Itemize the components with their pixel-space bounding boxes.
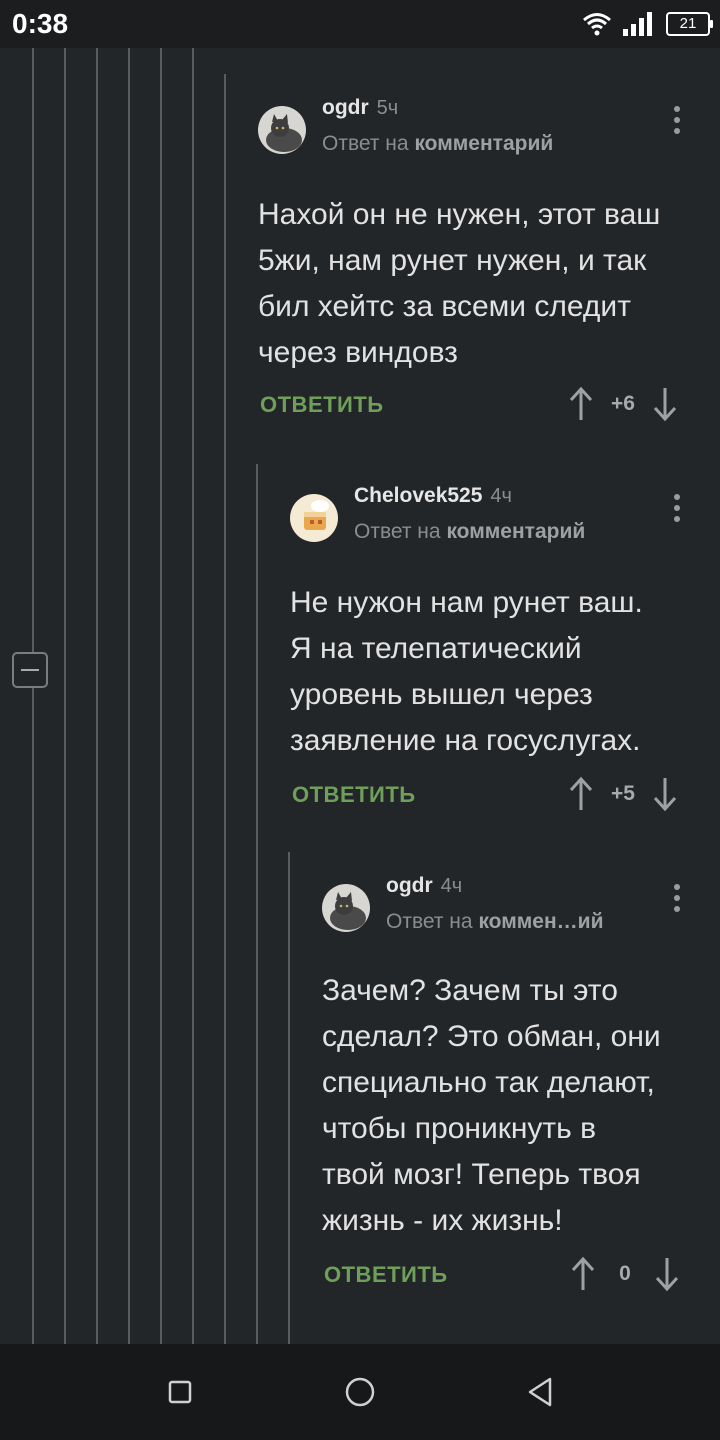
vote-controls: +5 <box>566 774 680 814</box>
reply-to-link[interactable]: коммен…ий <box>478 910 603 933</box>
square-icon[interactable] <box>162 1374 198 1410</box>
arrow-down-icon[interactable] <box>650 774 680 814</box>
cat-avatar[interactable] <box>322 884 370 932</box>
comment-author[interactable]: ogdr 4ч <box>386 874 462 898</box>
thread-line[interactable] <box>128 48 130 1344</box>
arrow-up-icon[interactable] <box>566 774 596 814</box>
battery-icon: 21 <box>666 12 713 36</box>
reply-button[interactable]: ОТВЕТИТЬ <box>292 782 416 808</box>
comment-author[interactable]: Chelovek525 4ч <box>354 484 512 508</box>
triangle-back-icon[interactable] <box>522 1374 558 1410</box>
arrow-up-icon[interactable] <box>568 1254 598 1294</box>
reply-to-link[interactable]: комментарий <box>414 132 553 155</box>
status-time: 0:38 <box>12 8 69 39</box>
comment-time: 4ч <box>490 485 512 507</box>
collapse-thread-button[interactable] <box>12 652 48 688</box>
cat-avatar[interactable] <box>258 106 306 154</box>
more-vertical-icon[interactable] <box>672 494 682 530</box>
vote-score: 0 <box>619 1262 631 1285</box>
reply-button[interactable]: ОТВЕТИТЬ <box>260 392 384 418</box>
reply-to-line: Ответ на комментарий <box>354 520 586 543</box>
comment-body: Нахой он не нужен, этот ваш 5жи, нам рун… <box>258 198 661 369</box>
wifi-icon <box>583 13 611 36</box>
thread-line[interactable] <box>256 464 258 1344</box>
thread-line[interactable] <box>64 48 66 1344</box>
comment-time: 4ч <box>440 875 463 897</box>
cake-avatar[interactable] <box>290 494 338 542</box>
thread-line[interactable] <box>96 48 98 1344</box>
arrow-up-icon[interactable] <box>566 384 596 424</box>
thread-line[interactable] <box>224 74 226 1344</box>
vote-score: +6 <box>611 392 635 415</box>
reply-to-link[interactable]: комментарий <box>446 520 585 543</box>
comment-body: Не нужон нам рунет ваш. Я на телепатичес… <box>290 586 643 757</box>
comment-author[interactable]: ogdr 5ч <box>322 96 398 120</box>
signal-icon <box>623 12 652 36</box>
vote-controls: 0 <box>568 1254 682 1294</box>
more-vertical-icon[interactable] <box>672 106 682 142</box>
reply-to-line: Ответ на коммен…ий <box>386 910 604 933</box>
comment-time: 5ч <box>376 97 399 119</box>
thread-line[interactable] <box>160 48 162 1344</box>
vote-score: +5 <box>611 782 635 805</box>
status-bar: 0:38 21 <box>0 0 720 48</box>
comment-body: Зачем? Зачем ты это сделал? Это обман, о… <box>322 974 661 1237</box>
arrow-down-icon[interactable] <box>652 1254 682 1294</box>
more-vertical-icon[interactable] <box>672 884 682 920</box>
reply-to-line: Ответ на комментарий <box>322 132 554 155</box>
thread-line[interactable] <box>288 852 290 1344</box>
reply-button[interactable]: ОТВЕТИТЬ <box>324 1262 448 1288</box>
arrow-down-icon[interactable] <box>650 384 680 424</box>
thread-line[interactable] <box>32 48 34 1344</box>
thread-line[interactable] <box>192 48 194 1344</box>
circle-icon[interactable] <box>342 1374 378 1410</box>
battery-level: 21 <box>679 15 697 32</box>
navigation-bar <box>0 1344 720 1440</box>
vote-controls: +6 <box>566 384 680 424</box>
